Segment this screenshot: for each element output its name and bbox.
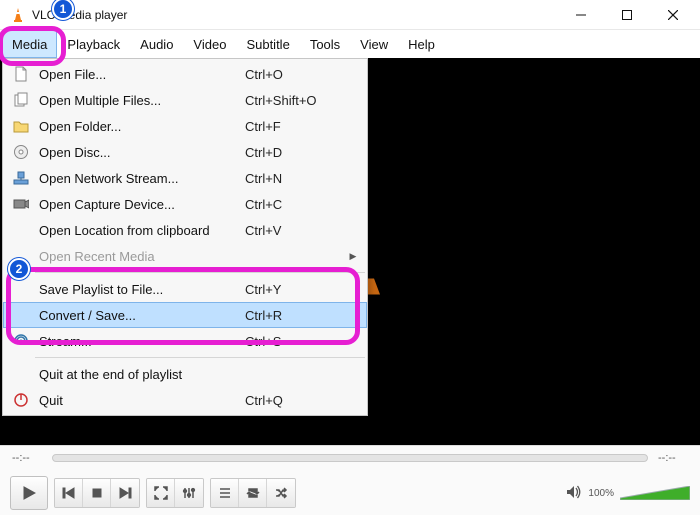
menu-item-open-multiple-files[interactable]: Open Multiple Files...Ctrl+Shift+O	[3, 87, 367, 113]
menu-item-shortcut: Ctrl+D	[245, 145, 345, 160]
window-buttons	[558, 0, 696, 30]
menu-item-label: Open Disc...	[33, 145, 245, 160]
menu-separator	[35, 272, 365, 273]
menu-item-label: Quit	[33, 393, 245, 408]
capture-icon	[9, 196, 33, 212]
menu-item-shortcut: Ctrl+F	[245, 119, 345, 134]
menu-item-stream[interactable]: Stream...Ctrl+S	[3, 328, 367, 354]
media-menu-dropdown: Open File...Ctrl+OOpen Multiple Files...…	[2, 58, 368, 416]
minimize-button[interactable]	[558, 0, 604, 30]
volume-percent: 100%	[588, 488, 614, 499]
menu-view[interactable]: View	[350, 30, 398, 58]
menu-item-label: Open Multiple Files...	[33, 93, 245, 108]
menu-item-shortcut: Ctrl+O	[245, 67, 345, 82]
menu-item-shortcut: Ctrl+S	[245, 334, 345, 349]
menu-item-shortcut: Ctrl+Q	[245, 393, 345, 408]
menu-media[interactable]: Media	[2, 30, 57, 58]
menu-item-label: Open Folder...	[33, 119, 245, 134]
time-elapsed[interactable]: --:--	[12, 452, 42, 464]
menubar: Media Playback Audio Video Subtitle Tool…	[0, 30, 700, 58]
maximize-button[interactable]	[604, 0, 650, 30]
menu-item-label: Stream...	[33, 334, 245, 349]
playlist-group	[210, 478, 296, 508]
shuffle-button[interactable]	[267, 479, 295, 507]
menu-item-label: Save Playlist to File...	[33, 282, 245, 297]
menu-item-label: Convert / Save...	[33, 308, 245, 323]
volume-slider[interactable]	[620, 486, 690, 500]
menu-item-label: Quit at the end of playlist	[33, 367, 245, 382]
files-icon	[9, 92, 33, 108]
playback-group	[54, 478, 140, 508]
ext-settings-button[interactable]	[175, 479, 203, 507]
titlebar: VLC media player	[0, 0, 700, 30]
menu-help[interactable]: Help	[398, 30, 445, 58]
menu-audio[interactable]: Audio	[130, 30, 183, 58]
menu-item-shortcut: Ctrl+C	[245, 197, 345, 212]
network-icon	[9, 170, 33, 186]
menu-item-open-recent-media: Open Recent Media ▶	[3, 243, 367, 269]
menu-item-label: Open File...	[33, 67, 245, 82]
menu-playback[interactable]: Playback	[57, 30, 130, 58]
menu-item-label: Open Capture Device...	[33, 197, 245, 212]
prev-button[interactable]	[55, 479, 83, 507]
folder-icon	[9, 118, 33, 134]
fullscreen-button[interactable]	[147, 479, 175, 507]
playlist-button[interactable]	[211, 479, 239, 507]
menu-subtitle[interactable]: Subtitle	[236, 30, 299, 58]
menu-video[interactable]: Video	[183, 30, 236, 58]
loop-button[interactable]	[239, 479, 267, 507]
menu-item-label: Open Location from clipboard	[33, 223, 245, 238]
menu-item-open-capture-device[interactable]: Open Capture Device...Ctrl+C	[3, 191, 367, 217]
menu-item-label: Open Network Stream...	[33, 171, 245, 186]
submenu-arrow-icon: ▶	[345, 251, 361, 262]
quit-icon	[9, 392, 33, 408]
menu-item-quit-at-the-end-of-playlist[interactable]: Quit at the end of playlist	[3, 361, 367, 387]
menu-item-shortcut: Ctrl+V	[245, 223, 345, 238]
speaker-icon[interactable]	[566, 484, 582, 503]
menu-item-shortcut: Ctrl+R	[245, 308, 345, 323]
menu-item-open-file[interactable]: Open File...Ctrl+O	[3, 61, 367, 87]
annotation-marker-2: 2	[8, 258, 30, 280]
close-button[interactable]	[650, 0, 696, 30]
menu-tools[interactable]: Tools	[300, 30, 350, 58]
controls-bar: --:-- --:-- 100%	[0, 445, 700, 515]
seek-slider[interactable]	[52, 454, 648, 462]
stream-icon	[9, 333, 33, 349]
next-button[interactable]	[111, 479, 139, 507]
menu-item-open-location-from-clipboard[interactable]: Open Location from clipboardCtrl+V	[3, 217, 367, 243]
app-icon	[10, 7, 26, 23]
menu-item-shortcut: Ctrl+Shift+O	[245, 93, 345, 108]
play-button[interactable]	[10, 476, 48, 510]
view-group	[146, 478, 204, 508]
menu-item-quit[interactable]: QuitCtrl+Q	[3, 387, 367, 413]
menu-item-shortcut: Ctrl+N	[245, 171, 345, 186]
menu-item-label: Open Recent Media	[33, 249, 245, 264]
file-icon	[9, 66, 33, 82]
time-total[interactable]: --:--	[658, 452, 688, 464]
menu-separator	[35, 357, 365, 358]
menu-item-save-playlist-to-file[interactable]: Save Playlist to File...Ctrl+Y	[3, 276, 367, 302]
stop-button[interactable]	[83, 479, 111, 507]
menu-item-open-disc[interactable]: Open Disc...Ctrl+D	[3, 139, 367, 165]
volume-control: 100%	[566, 484, 690, 503]
menu-item-open-folder[interactable]: Open Folder...Ctrl+F	[3, 113, 367, 139]
window-title: VLC media player	[32, 8, 558, 22]
menu-item-shortcut: Ctrl+Y	[245, 282, 345, 297]
disc-icon	[9, 144, 33, 160]
menu-item-convert-save[interactable]: Convert / Save...Ctrl+R	[3, 302, 367, 328]
menu-item-open-network-stream[interactable]: Open Network Stream...Ctrl+N	[3, 165, 367, 191]
